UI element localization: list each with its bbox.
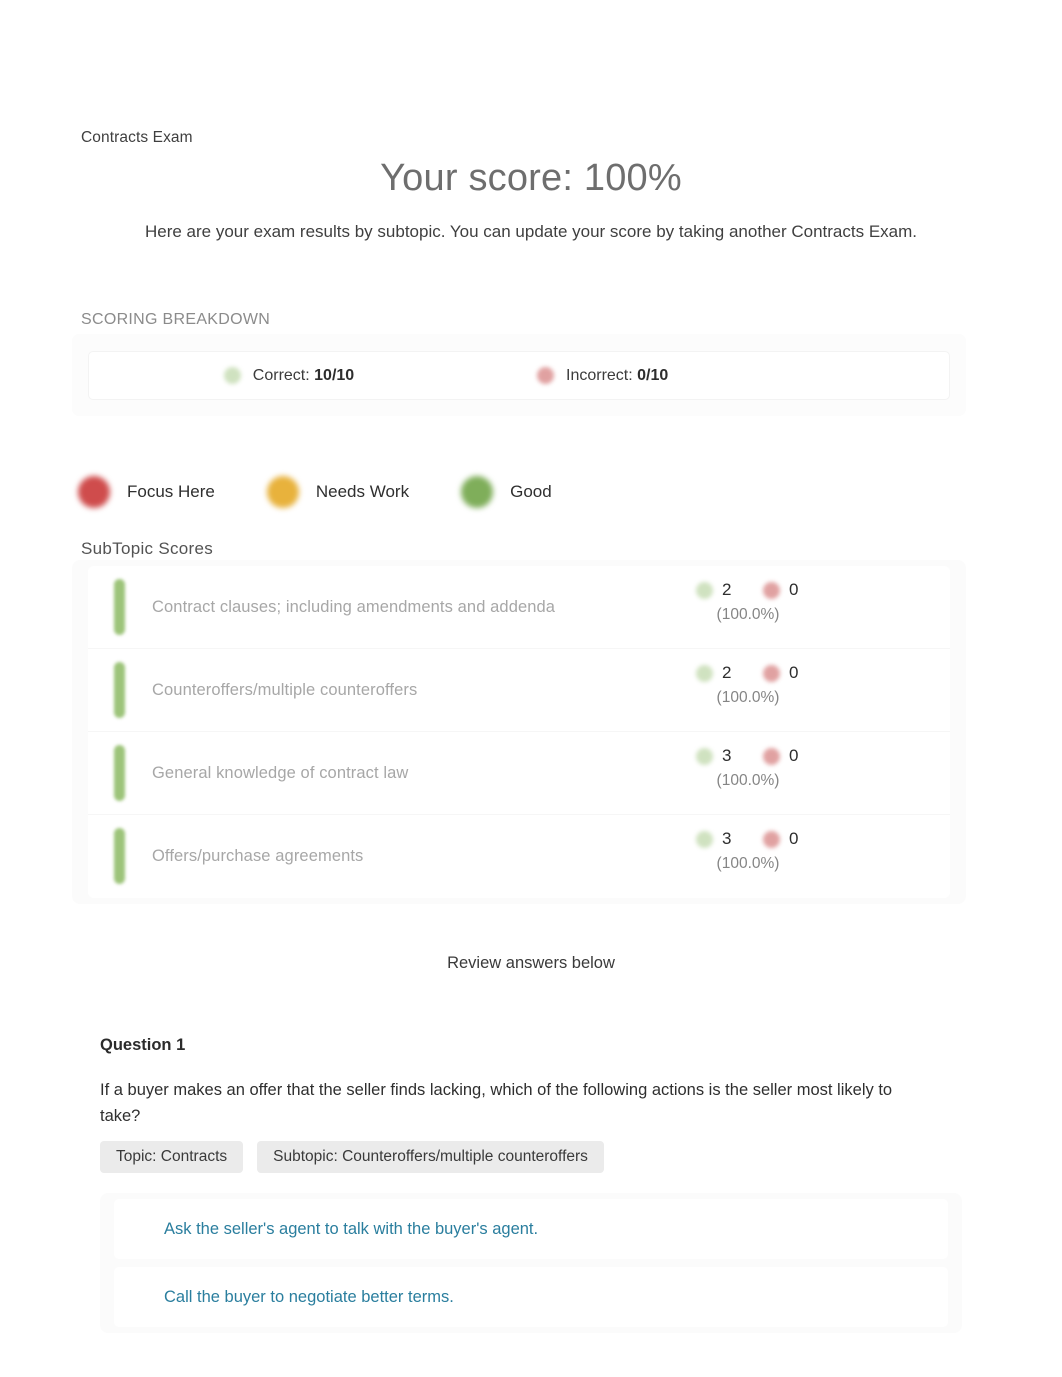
- x-circle-icon: [537, 367, 554, 384]
- review-answers-note: Review answers below: [447, 954, 615, 972]
- scoring-breakdown-label: SCORING BREAKDOWN: [81, 311, 271, 328]
- check-circle-icon: [696, 747, 713, 765]
- answer-options-list: Ask the seller's agent to talk with the …: [100, 1193, 962, 1333]
- subtopic-score-group: 3 0 (100.0%): [678, 829, 818, 873]
- subtopic-correct-count: 2: [722, 580, 732, 599]
- subtopic-correct-count: 2: [722, 663, 732, 682]
- check-circle-icon: [696, 581, 713, 599]
- subtopic-correct-count: 3: [722, 829, 732, 848]
- incorrect-label: Incorrect:: [566, 366, 633, 384]
- question-tags: Topic: Contracts Subtopic: Counteroffers…: [100, 1141, 962, 1173]
- status-bar-icon: [114, 579, 125, 635]
- status-bar-icon: [114, 662, 125, 718]
- question-heading: Question 1: [100, 1036, 186, 1054]
- subtopic-correct-count: 3: [722, 746, 732, 765]
- x-circle-icon: [763, 830, 780, 848]
- subtopic-list: Contract clauses; including amendments a…: [88, 566, 950, 898]
- page-title: Your score: 100%: [380, 157, 682, 199]
- subtopic-incorrect-count: 0: [789, 580, 799, 599]
- scoring-breakdown-panel: Correct: 10/10 Incorrect: 0/10: [72, 334, 966, 416]
- check-circle-icon: [696, 830, 713, 848]
- status-bar-icon: [114, 828, 125, 884]
- status-dot-red-icon: [78, 476, 110, 508]
- x-circle-icon: [763, 581, 780, 599]
- subtopic-incorrect-count: 0: [789, 663, 799, 682]
- status-bar-icon: [114, 745, 125, 801]
- check-circle-icon: [223, 367, 241, 384]
- subtopic-incorrect-count: 0: [789, 746, 799, 765]
- subtopic-scores-label: SubTopic Scores: [81, 539, 214, 558]
- correct-summary: Correct: 10/10: [89, 367, 519, 385]
- subtopic-name: Offers/purchase agreements: [152, 847, 364, 865]
- correct-label: Correct:: [252, 366, 310, 384]
- subtopic-percent: (100.0%): [716, 772, 780, 789]
- subtopic-percent: (100.0%): [716, 689, 780, 706]
- scoring-breakdown-card: Correct: 10/10 Incorrect: 0/10: [88, 351, 950, 400]
- incorrect-summary: Incorrect: 0/10: [519, 367, 949, 385]
- correct-value: 10/10: [314, 366, 355, 384]
- legend-item-focus-here: Focus Here: [78, 476, 215, 508]
- incorrect-summary-text: Incorrect: 0/10: [566, 367, 668, 385]
- question-text: If a buyer makes an offer that the selle…: [100, 1081, 893, 1125]
- subtopic-name: Contract clauses; including amendments a…: [152, 597, 556, 616]
- subtopic-score-group: 3 0 (100.0%): [678, 746, 818, 790]
- subtopic-tag: Subtopic: Counteroffers/multiple counter…: [257, 1141, 604, 1173]
- answer-option[interactable]: Call the buyer to negotiate better terms…: [114, 1267, 948, 1327]
- answer-option[interactable]: Ask the seller's agent to talk with the …: [114, 1199, 948, 1259]
- subtopic-score-group: 2 0 (100.0%): [678, 663, 818, 707]
- legend-label-focus-here: Focus Here: [127, 482, 215, 501]
- subtopic-name: Counteroffers/multiple counteroffers: [152, 680, 418, 699]
- legend-item-good: Good: [461, 476, 552, 508]
- subtopic-percent: (100.0%): [716, 606, 780, 623]
- topic-tag: Topic: Contracts: [100, 1141, 244, 1173]
- subtopic-score-group: 2 0 (100.0%): [678, 580, 818, 624]
- legend-label-good: Good: [510, 482, 552, 501]
- subtopic-incorrect-count: 0: [789, 829, 799, 848]
- x-circle-icon: [763, 747, 780, 765]
- subtopic-percent: (100.0%): [716, 855, 780, 872]
- legend-item-needs-work: Needs Work: [266, 476, 410, 508]
- table-row[interactable]: Contract clauses; including amendments a…: [88, 566, 950, 649]
- breadcrumb[interactable]: Contracts Exam: [81, 129, 193, 147]
- correct-summary-text: Correct: 10/10: [253, 367, 354, 385]
- status-legend: Focus Here Needs Work Good: [78, 476, 604, 508]
- status-dot-green-icon: [461, 476, 494, 508]
- incorrect-value: 0/10: [637, 366, 669, 384]
- table-row[interactable]: Counteroffers/multiple counteroffers 2 0…: [88, 649, 950, 732]
- table-row[interactable]: Offers/purchase agreements 3 0 (100.0%): [88, 815, 950, 898]
- status-dot-amber-icon: [266, 476, 299, 508]
- check-circle-icon: [696, 664, 713, 682]
- subtopic-scores-panel: Contract clauses; including amendments a…: [72, 560, 966, 904]
- results-hero: Your score: 100% Here are your exam resu…: [0, 155, 1062, 247]
- subtopic-name: General knowledge of contract law: [152, 763, 409, 782]
- legend-label-needs-work: Needs Work: [315, 482, 410, 501]
- x-circle-icon: [763, 664, 780, 682]
- table-row[interactable]: General knowledge of contract law 3 0 (1…: [88, 732, 950, 815]
- hero-subtitle: Here are your exam results by subtopic. …: [144, 222, 918, 241]
- question-1-block: Question 1 If a buyer makes an offer tha…: [100, 1036, 962, 1333]
